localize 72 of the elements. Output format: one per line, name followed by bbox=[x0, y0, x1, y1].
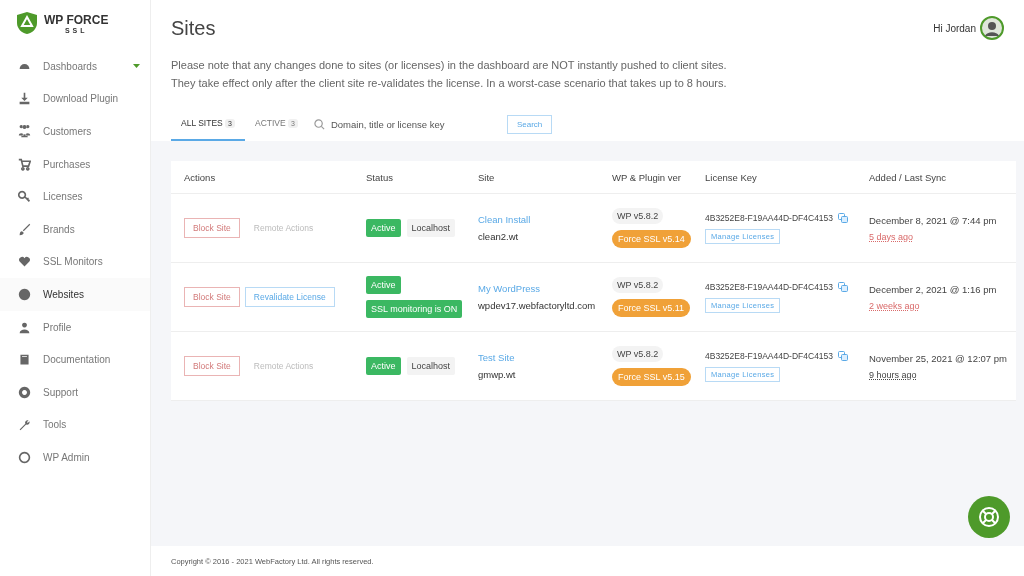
column-header: Status bbox=[366, 171, 394, 183]
download-icon bbox=[18, 92, 31, 106]
user-icon bbox=[18, 320, 31, 334]
status-badge: Active bbox=[366, 219, 401, 237]
wp-version-badge: WP v5.8.2 bbox=[612, 208, 664, 224]
page-title: Sites bbox=[171, 16, 216, 40]
wp-version-badge: WP v5.8.2 bbox=[612, 346, 664, 362]
site-title-link[interactable]: Clean Install bbox=[478, 214, 531, 225]
column-header: License Key bbox=[705, 171, 758, 183]
greeting: Hi Jordan bbox=[933, 22, 976, 34]
column-header: Actions bbox=[184, 171, 217, 183]
last-sync: 2 weeks ago bbox=[869, 300, 920, 311]
license-key: 4B3252E8-F19AA44D-DF4C4153 bbox=[705, 350, 834, 361]
wp-version-badge: WP v5.8.2 bbox=[612, 277, 664, 293]
sidebar-item[interactable]: Dashboards bbox=[0, 50, 150, 83]
last-sync: 5 days ago bbox=[869, 231, 914, 242]
brand-name: WP FORCE bbox=[44, 12, 109, 27]
block-button[interactable]: Block Site bbox=[184, 218, 240, 238]
column-header: Site bbox=[478, 171, 496, 183]
brush-icon bbox=[18, 222, 31, 236]
copy-icon[interactable] bbox=[838, 281, 849, 292]
site-title-link[interactable]: My WordPress bbox=[478, 283, 541, 294]
status-badge: Active bbox=[366, 357, 401, 375]
sidebar-item[interactable]: Support bbox=[0, 375, 150, 409]
block-button[interactable]: Block Site bbox=[184, 356, 240, 376]
copy-icon[interactable] bbox=[838, 212, 849, 223]
sidebar-item[interactable]: SSL Monitors bbox=[0, 245, 150, 279]
key-icon bbox=[18, 190, 31, 204]
site-domain: wpdev17.webfactoryltd.com bbox=[478, 300, 596, 311]
search-icon bbox=[313, 119, 325, 130]
status-badge: Localhost bbox=[406, 357, 456, 375]
license-key: 4B3252E8-F19AA44D-DF4C4153 bbox=[705, 212, 834, 223]
column-header: WP & Plugin ver bbox=[612, 171, 682, 183]
sidebar-item[interactable]: Brands bbox=[0, 212, 150, 246]
block-button[interactable]: Block Site bbox=[184, 287, 240, 307]
help-button[interactable] bbox=[968, 496, 1010, 538]
plugin-version-badge: Force SSL v5.11 bbox=[612, 299, 691, 317]
last-sync: 9 hours ago bbox=[869, 369, 917, 380]
added-date: November 25, 2021 @ 12:07 pm bbox=[869, 352, 1007, 364]
site-domain: gmwp.wt bbox=[478, 369, 516, 380]
revalidate-button[interactable]: Revalidate License bbox=[244, 287, 335, 307]
book-icon bbox=[18, 353, 31, 367]
shield-logo-icon bbox=[16, 11, 38, 35]
sidebar-item[interactable]: Purchases bbox=[0, 147, 150, 181]
wrench-icon bbox=[18, 418, 31, 432]
license-key: 4B3252E8-F19AA44D-DF4C4153 bbox=[705, 281, 834, 292]
sidebar-item[interactable]: Tools bbox=[0, 408, 150, 442]
cart-icon bbox=[18, 157, 31, 171]
status-badge: SSL monitoring is ON bbox=[366, 300, 463, 318]
heart-icon bbox=[18, 255, 31, 269]
sidebar-item[interactable]: Profile bbox=[0, 310, 150, 344]
sidebar-item[interactable]: Licenses bbox=[0, 180, 150, 213]
added-date: December 2, 2021 @ 1:16 pm bbox=[869, 283, 997, 295]
plugin-version-badge: Force SSL v5.14 bbox=[612, 230, 691, 248]
sidebar-item[interactable]: Download Plugin bbox=[0, 82, 150, 116]
search-button[interactable]: Search bbox=[506, 115, 553, 134]
site-domain: clean2.wt bbox=[478, 231, 519, 242]
copy-icon[interactable] bbox=[838, 350, 849, 361]
sidebar-item[interactable]: Documentation bbox=[0, 343, 150, 376]
sidebar-item[interactable]: Customers bbox=[0, 115, 150, 148]
site-title-link[interactable]: Test Site bbox=[478, 352, 515, 363]
plugin-version-badge: Force SSL v5.15 bbox=[612, 368, 691, 386]
column-header: Added / Last Sync bbox=[869, 171, 948, 183]
sidebar-item[interactable]: Websites bbox=[0, 278, 150, 311]
added-date: December 8, 2021 @ 7:44 pm bbox=[869, 214, 997, 226]
notice-text: They take effect only after the client site re-validates the license. In a worst-case scenario that takes up to 8 hours. bbox=[171, 76, 728, 91]
users-icon bbox=[18, 125, 31, 138]
sidebar-item[interactable]: WP Admin bbox=[0, 441, 150, 474]
status-badge: Active bbox=[366, 276, 401, 294]
notice-text: Please note that any changes done to sites (or licenses) in the dashboard are NOT instantly pushed to client sites. bbox=[171, 58, 728, 73]
avatar-icon[interactable] bbox=[980, 16, 1004, 40]
status-badge: Localhost bbox=[406, 219, 456, 237]
